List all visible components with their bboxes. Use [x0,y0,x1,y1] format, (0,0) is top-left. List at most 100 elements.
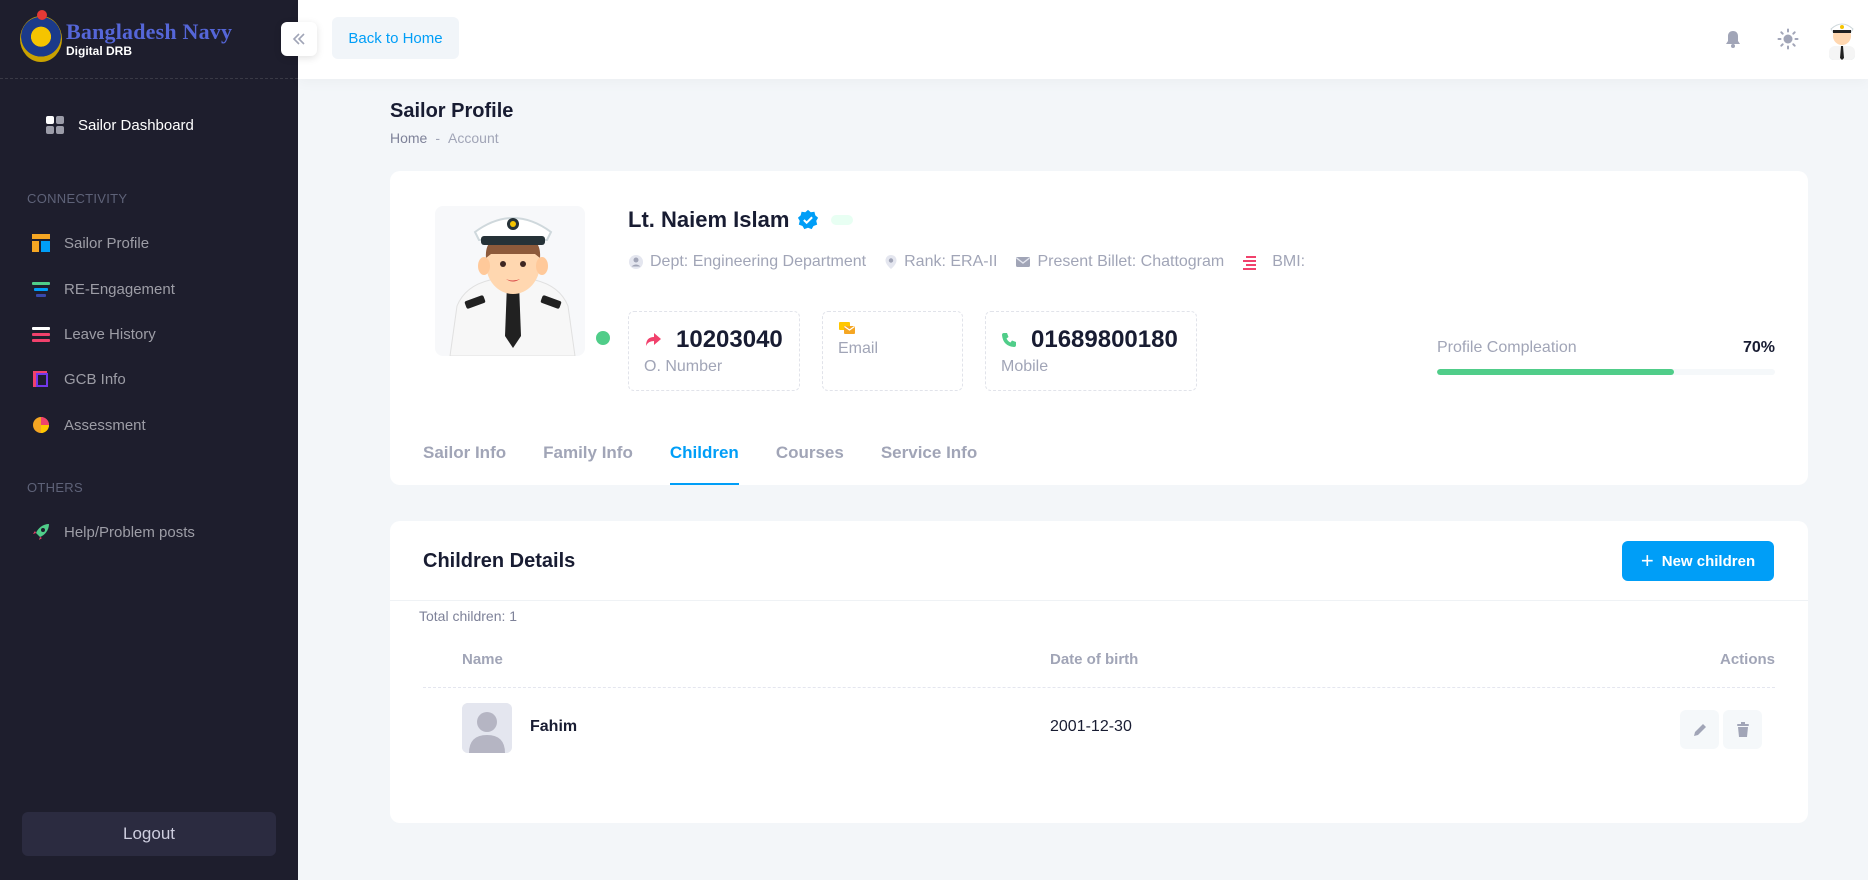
email-card-icon [839,322,855,334]
bmi-info: BMI: [1242,253,1305,271]
edit-child-button[interactable] [1680,710,1719,749]
profile-tabs: Sailor Info Family Info Children Courses… [423,431,1014,485]
stat-o-number: 10203040 O. Number [628,311,800,391]
brand-subtitle: Digital DRB [66,44,132,58]
grid-icon [46,116,64,134]
trash-icon [1736,721,1749,737]
sailor-avatar-image [449,217,576,356]
user-circle-icon [629,255,643,269]
user-avatar[interactable] [1826,18,1858,60]
brand-title: Bangladesh Navy [66,19,233,44]
sidebar-item-label: GCB Info [64,370,126,388]
envelope-icon [1016,257,1031,267]
sidebar: Bangladesh Navy Digital DRB Sailor Dashb… [0,0,298,880]
sidebar-item-label: Assessment [64,416,146,434]
breadcrumb-home[interactable]: Home [390,130,427,146]
navy-logo-icon [20,10,62,62]
sidebar-item-help[interactable]: Help/Problem posts [31,522,195,542]
breadcrumb-separator: - [435,130,441,146]
rocket-icon [33,524,49,540]
book-icon [33,371,48,387]
plus-icon: + [1640,548,1654,573]
user-placeholder-icon [462,703,512,753]
mobile-label: Mobile [1001,358,1049,375]
double-chevron-left-icon [292,33,305,45]
tab-service-info[interactable]: Service Info [881,431,977,485]
o-number-label: O. Number [644,358,723,375]
table-header-divider [423,687,1775,688]
children-card: Children Details + New children Total ch… [390,521,1808,823]
pie-chart-icon [33,417,49,433]
rank-info: Rank: ERA-II [884,253,997,271]
billet-text: Present Billet: Chattogram [1037,253,1225,270]
tab-courses[interactable]: Courses [776,431,844,485]
profile-card: Lt. Naiem Islam Dept: Engineering Depart… [390,171,1808,485]
dept-info: Dept: Engineering Department [628,253,866,271]
sidebar-item-gcb-info[interactable]: GCB Info [31,369,126,389]
tab-children[interactable]: Children [669,431,739,485]
section-others: OTHERS [27,480,83,495]
child-avatar [462,703,512,753]
notification-button[interactable] [1719,25,1747,53]
sidebar-item-label: Help/Problem posts [64,523,195,541]
completion-label: Profile Compleation [1437,339,1577,356]
billet-info: Present Billet: Chattogram [1015,253,1224,271]
tab-sailor-info[interactable]: Sailor Info [423,431,506,485]
sidebar-item-label: RE-Engagement [64,280,175,298]
share-arrow-icon [646,333,661,346]
sidebar-item-label: Sailor Profile [64,234,150,252]
sidebar-item-label: Leave History [64,325,156,343]
verified-badge-icon [798,209,819,230]
brand[interactable]: Bangladesh Navy Digital DRB [0,0,298,79]
profile-meta: Dept: Engineering Department Rank: ERA-I… [628,253,1323,271]
bell-icon [1726,31,1740,48]
sidebar-item-re-engagement[interactable]: RE-Engagement [31,279,175,299]
tab-family-info[interactable]: Family Info [543,431,633,485]
completion-value: 70% [1742,339,1775,356]
back-to-home-button[interactable]: Back to Home [332,17,459,59]
completion-bar-fill [1437,369,1674,375]
online-status-dot [596,331,610,345]
top-header: Back to Home [298,0,1868,79]
sun-icon [1777,28,1799,50]
bmi-text: BMI: [1272,253,1306,270]
completion-bar [1437,369,1775,375]
layers-icon [32,282,50,297]
stat-mobile: 01689800180 Mobile [985,311,1197,391]
breadcrumb: Home - Account [390,130,499,146]
dept-text: Dept: Engineering Department [650,253,867,270]
column-header-name: Name [462,651,503,668]
divider [390,600,1808,601]
child-name: Fahim [530,718,578,735]
profile-completion: Profile Compleation 70% [1437,339,1775,375]
email-label: Email [838,340,879,357]
child-dob: 2001-12-30 [1050,718,1132,735]
mobile-value: 01689800180 [1031,326,1178,353]
column-header-actions: Actions [1719,651,1775,668]
delete-child-button[interactable] [1723,710,1762,749]
location-pin-icon [885,255,897,269]
profile-name-row: Lt. Naiem Islam [628,207,854,233]
sidebar-item-dashboard[interactable]: Sailor Dashboard [46,116,194,134]
section-connectivity: CONNECTIVITY [27,191,128,206]
stat-email: Email [822,311,963,391]
sidebar-item-assessment[interactable]: Assessment [31,415,146,435]
profile-name: Lt. Naiem Islam [628,207,790,232]
profile-photo [435,206,585,356]
new-children-label: New children [1661,552,1756,570]
theme-toggle-button[interactable] [1774,25,1802,53]
sidebar-item-sailor-profile[interactable]: Sailor Profile [31,233,149,253]
breadcrumb-current: Account [448,130,499,146]
logout-button[interactable]: Logout [22,812,276,856]
name-badge [831,215,854,225]
page-title: Sailor Profile [390,100,514,122]
layout-icon [32,234,50,252]
column-header-dob: Date of birth [1050,651,1139,668]
phone-icon [1002,333,1016,347]
total-children: Total children: 1 [419,608,518,624]
sidebar-item-leave-history[interactable]: Leave History [31,324,156,344]
collapse-sidebar-button[interactable] [281,22,317,56]
children-title: Children Details [423,550,576,572]
new-children-button[interactable]: + New children [1622,541,1774,581]
pencil-icon [1693,723,1706,736]
